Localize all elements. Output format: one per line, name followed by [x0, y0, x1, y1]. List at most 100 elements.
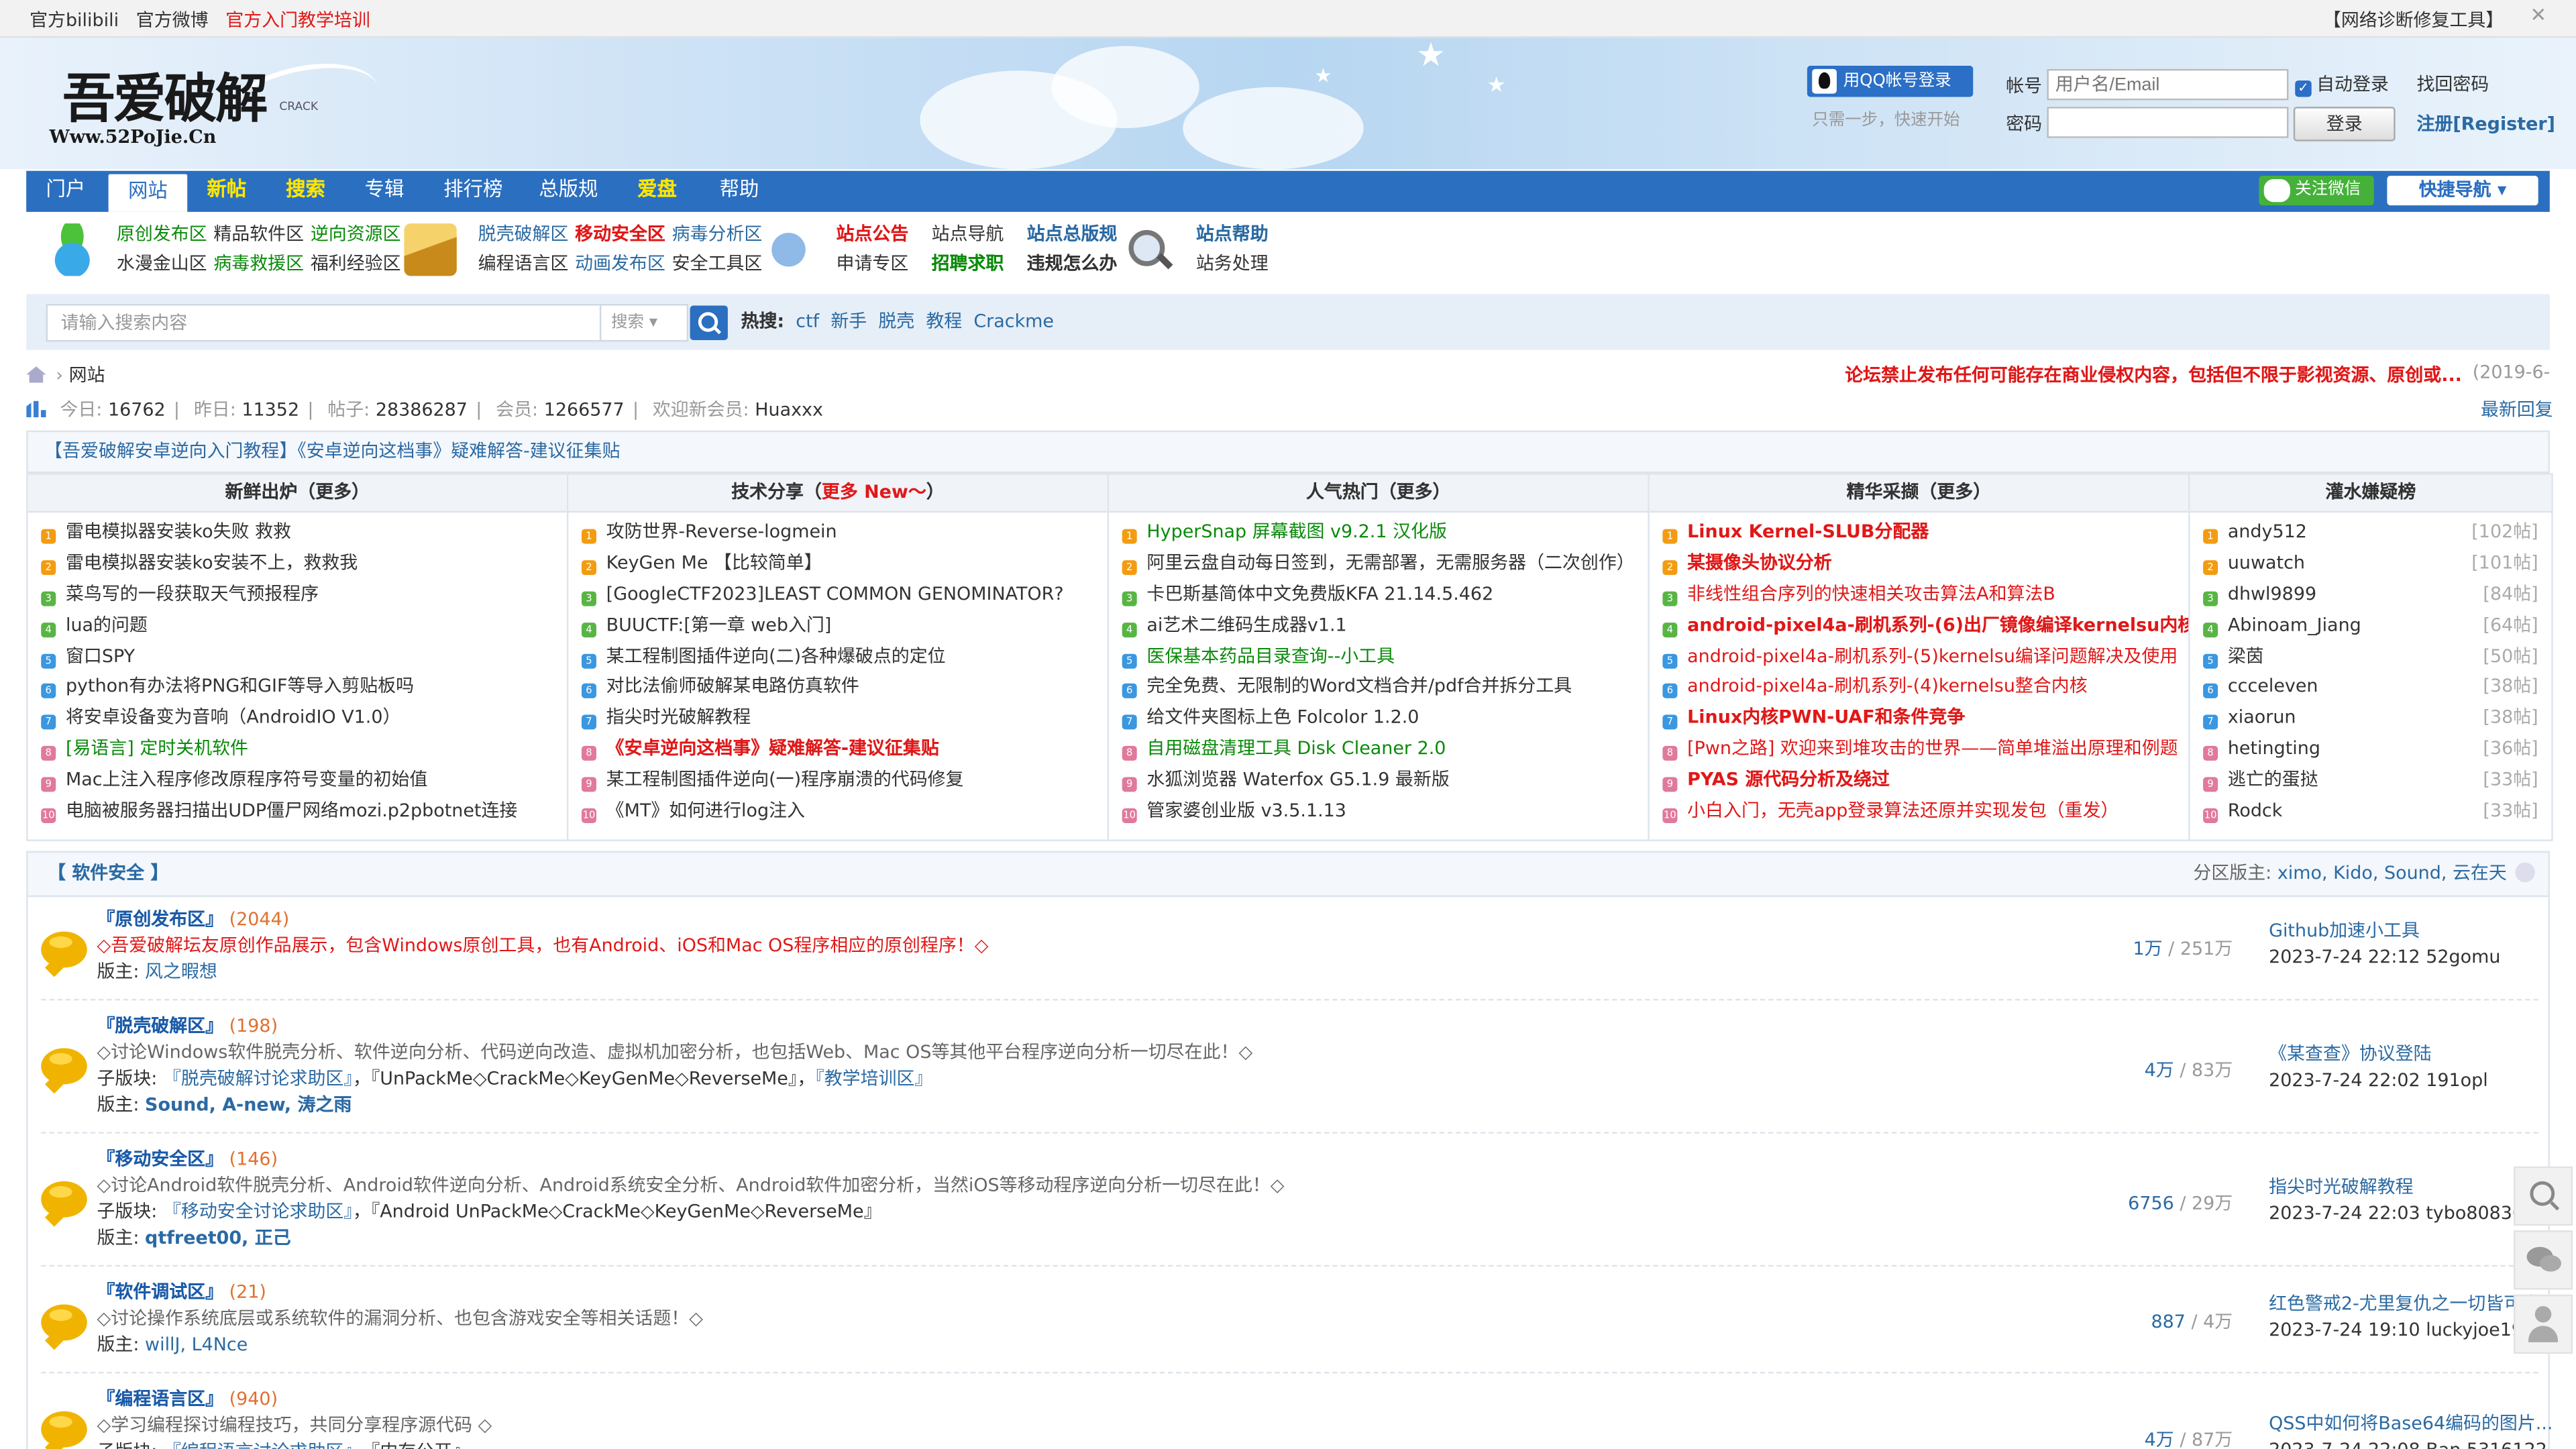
last-post-title[interactable]: 《某查查》协议登陆 [2269, 1043, 2431, 1065]
network-repair-link[interactable]: 【网络诊断修复工具】 [2323, 7, 2504, 33]
board-item[interactable]: 5 android-pixel4a-刷机系列-(5)kernelsu编译问题解决及… [1650, 641, 2188, 672]
subforum-link[interactable]: 『教学培训区』 [815, 1068, 932, 1089]
board-item[interactable]: 4 android-pixel4a-刷机系列-(6)出厂镜像编译kernelsu内… [1650, 610, 2188, 641]
link-animation[interactable]: 动画发布区 [575, 253, 665, 274]
link-jobs[interactable]: 招聘求职 [932, 253, 1004, 274]
board-item[interactable]: 4 BUUCTF:[第一章 web入门] [568, 610, 1107, 641]
board-item[interactable]: 4 ai艺术二维码生成器v1.1 [1109, 610, 1648, 641]
search-input[interactable]: 请输入搜索内容 [46, 304, 613, 342]
login-button[interactable]: 登录 [2293, 107, 2396, 142]
board-item[interactable]: 2 某摄像头协议分析 [1650, 549, 2188, 580]
close-icon[interactable]: ✕ [2530, 5, 2549, 24]
password-input[interactable] [2047, 107, 2289, 138]
board-item[interactable]: 7 指尖时光破解教程 [568, 704, 1107, 735]
board-item[interactable]: 1 andy512 [102帖] [2190, 517, 2552, 548]
link-security-tools[interactable]: 安全工具区 [672, 253, 763, 274]
forum-mods-names[interactable]: qtfreet00, 正己 [145, 1227, 291, 1248]
auto-login-checkbox[interactable]: ✓ 自动登录 [2295, 70, 2389, 97]
board-item[interactable]: 6 ccceleven [38帖] [2190, 673, 2552, 704]
float-wechat-icon[interactable] [2513, 1230, 2573, 1290]
nav-rules[interactable]: 总版规 [526, 171, 611, 212]
board-item[interactable]: 7 将安卓设备变为音响（AndroidIO V1.0） [28, 704, 567, 735]
nav-ranking[interactable]: 排行榜 [431, 171, 516, 212]
board-item[interactable]: 5 梁茵 [50帖] [2190, 641, 2552, 672]
last-post-title[interactable]: QSS中如何将Base64编码的图片... [2269, 1413, 2553, 1434]
forum-name[interactable]: 『编程语言区』 [97, 1388, 223, 1409]
last-post-title[interactable]: Github加速小工具 [2269, 920, 2420, 941]
float-search-icon[interactable] [2513, 1166, 2573, 1226]
link-water[interactable]: 水漫金山区 [117, 253, 207, 274]
board-item[interactable]: 2 雷电模拟器安装ko安装不上，救救我 [28, 549, 567, 580]
board-item[interactable]: 2 阿里云盘自动每日签到，无需部署，无需服务器（二次创作） [1109, 549, 1648, 580]
last-post-title[interactable]: 红色警戒2-尤里复仇之一切皆可卖 [2269, 1293, 2540, 1314]
board-item[interactable]: 1 雷电模拟器安装ko失败 救救 [28, 517, 567, 548]
link-site-affairs[interactable]: 站务处理 [1196, 253, 1269, 274]
board-item[interactable]: 9 水狐浏览器 Waterfox G5.1.9 最新版 [1109, 766, 1648, 797]
nav-search[interactable]: 搜索 [270, 171, 342, 212]
find-password-link[interactable]: 找回密码 [2416, 70, 2489, 97]
nav-album[interactable]: 专辑 [348, 171, 421, 212]
link-unpack[interactable]: 脱壳破解区 [478, 223, 569, 245]
search-type-select[interactable]: 搜索 ▾ [599, 304, 689, 342]
link-site-rules[interactable]: 站点总版规 [1027, 223, 1118, 245]
collapse-icon[interactable] [2515, 862, 2535, 883]
link-mobile-security[interactable]: 移动安全区 [575, 223, 665, 245]
board-item[interactable]: 1 HyperSnap 屏幕截图 v9.2.1 汉化版 [1109, 517, 1648, 548]
col-title[interactable]: 新鲜出炉（更多） [28, 474, 567, 513]
hot-word[interactable]: 新手 [830, 311, 867, 332]
qq-login-button[interactable]: 用QQ帐号登录 [1807, 65, 1974, 97]
hot-word[interactable]: 脱壳 [878, 311, 914, 332]
bilibili-link[interactable]: 官方bilibili [30, 10, 119, 32]
subforum-link[interactable]: 『移动安全讨论求助区』 [163, 1201, 353, 1222]
board-item[interactable]: 2 uuwatch [101帖] [2190, 549, 2552, 580]
nav-aipan[interactable]: 爱盘 [621, 171, 694, 212]
link-virus-analysis[interactable]: 病毒分析区 [672, 223, 763, 245]
announcement-link[interactable]: 【吾爱破解安卓逆向入门教程】《安卓逆向这档事》疑难解答-建议征集贴 [44, 440, 620, 462]
register-link[interactable]: 注册[Register] [2416, 110, 2555, 136]
board-item[interactable]: 9 Mac上注入程序修改原程序符号变量的初始值 [28, 766, 567, 797]
board-item[interactable]: 5 窗口SPY [28, 641, 567, 672]
breadcrumb-current[interactable]: 网站 [69, 365, 105, 386]
forum-name[interactable]: 『移动安全区』 [97, 1148, 223, 1170]
board-item[interactable]: 7 Linux内核PWN-UAF和条件竞争 [1650, 704, 2188, 735]
link-reverse-resources[interactable]: 逆向资源区 [311, 223, 401, 245]
subforum-link[interactable]: ，『内存公开』 [353, 1441, 470, 1449]
board-item[interactable]: 10 小白入门，无壳app登录算法还原并实现发包（重发） [1650, 797, 2188, 828]
hot-word[interactable]: 教程 [926, 311, 962, 332]
board-item[interactable]: 10 Rodck [33帖] [2190, 797, 2552, 828]
nav-help[interactable]: 帮助 [703, 171, 775, 212]
board-item[interactable]: 10 《MT》如何进行log注入 [568, 797, 1107, 828]
board-item[interactable]: 9 某工程制图插件逆向(一)程序崩溃的代码修复 [568, 766, 1107, 797]
board-item[interactable]: 5 某工程制图插件逆向(二)各种爆破点的定位 [568, 641, 1107, 672]
subforum-link[interactable]: 『编程语言讨论求助区』 [163, 1441, 353, 1449]
col-title[interactable]: 精华采撷（更多） [1649, 474, 2189, 513]
account-input[interactable] [2047, 68, 2289, 101]
follow-wechat-button[interactable]: 关注微信 [2259, 176, 2374, 206]
section-mods-names[interactable]: ximo, Kido, Sound, 云在天 [2277, 863, 2507, 884]
board-item[interactable]: 3 非线性组合序列的快速相关攻击算法A和算法B [1650, 580, 2188, 610]
board-item[interactable]: 1 Linux Kernel-SLUB分配器 [1650, 517, 2188, 548]
link-virus-rescue[interactable]: 病毒救援区 [213, 253, 304, 274]
subforum-link[interactable]: ，『UnPackMe◇CrackMe◇KeyGenMe◇ReverseMe』， [353, 1068, 815, 1089]
board-item[interactable]: 3 [GoogleCTF2023]LEAST COMMON GENOMINATOR… [568, 580, 1107, 610]
home-icon[interactable] [26, 366, 46, 383]
latest-reply-link[interactable]: 最新回复 [2481, 396, 2553, 422]
search-button[interactable] [690, 305, 728, 340]
board-item[interactable]: 8 自用磁盘清理工具 Disk Cleaner 2.0 [1109, 735, 1648, 765]
link-apply[interactable]: 申请专区 [837, 253, 909, 274]
forum-mods-names[interactable]: Sound, A-new, 涛之雨 [145, 1094, 352, 1116]
col-title[interactable]: 人气热门（更多） [1109, 474, 1648, 513]
board-item[interactable]: 6 完全免费、无限制的Word文档合并/pdf合并拆分工具 [1109, 673, 1648, 704]
site-logo[interactable]: 吾爱破解 CRACK Www.52PoJie.Cn [36, 48, 389, 167]
board-item[interactable]: 8 hetingting [36帖] [2190, 735, 2552, 765]
link-site-nav[interactable]: 站点导航 [932, 223, 1004, 245]
board-item[interactable]: 1 攻防世界-Reverse-logmein [568, 517, 1107, 548]
link-site-help[interactable]: 站点帮助 [1196, 223, 1269, 245]
link-quality-software[interactable]: 精品软件区 [213, 223, 304, 245]
section-title[interactable]: 【 软件安全 】 [48, 863, 168, 884]
board-item[interactable]: 6 python有办法将PNG和GIF等导入剪贴板吗 [28, 673, 567, 704]
board-item[interactable]: 7 xiaorun [38帖] [2190, 704, 2552, 735]
board-item[interactable]: 6 android-pixel4a-刷机系列-(4)kernelsu整合内核 [1650, 673, 2188, 704]
hot-word[interactable]: ctf [796, 311, 819, 332]
board-item[interactable]: 10 电脑被服务器扫描出UDP僵尸网络mozi.p2pbotnet连接 [28, 797, 567, 828]
